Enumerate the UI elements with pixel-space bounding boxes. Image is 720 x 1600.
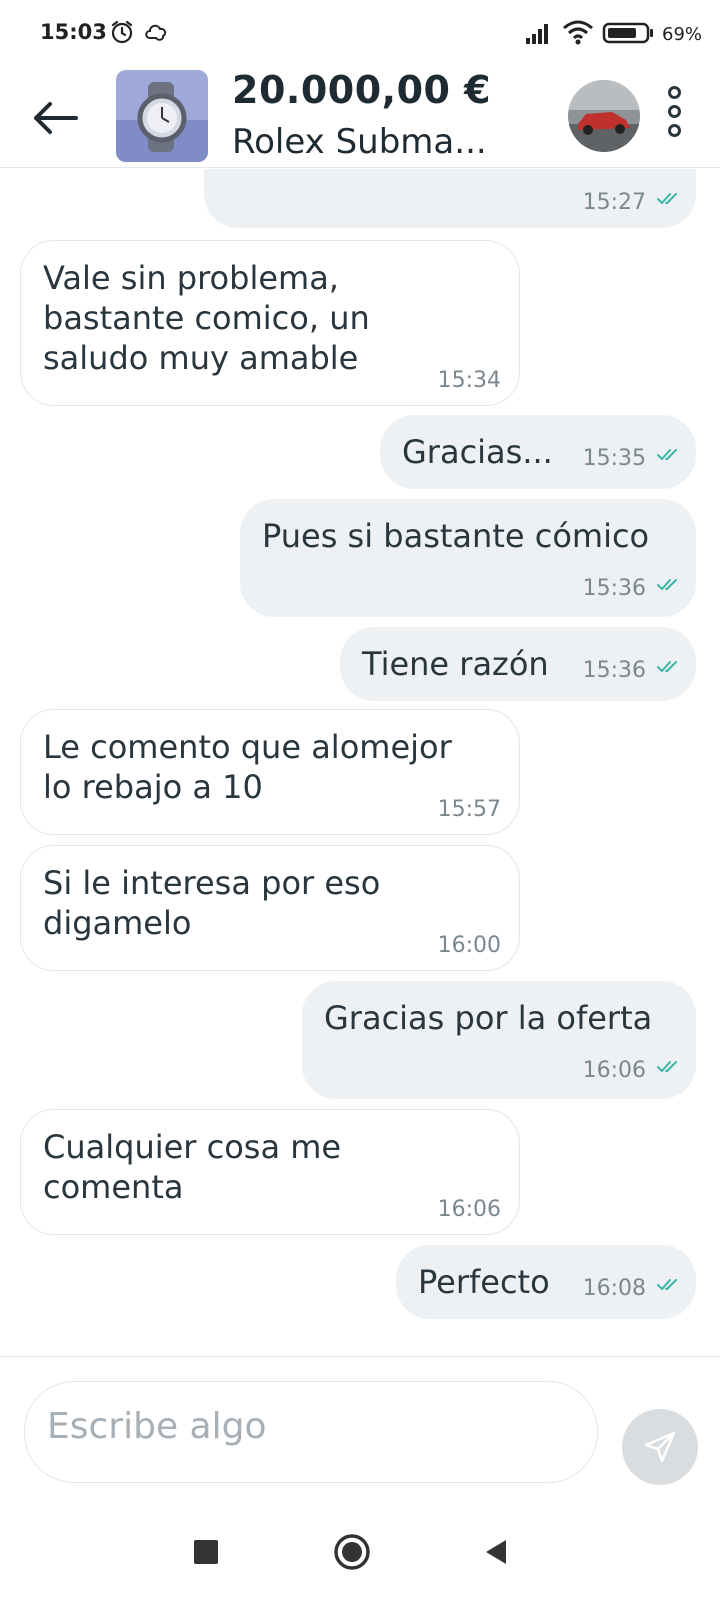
back-arrow-icon: [34, 102, 78, 134]
message-text: Cualquier cosa me comenta: [43, 1127, 341, 1207]
message-time: 16:00: [437, 933, 501, 958]
double-check-icon: [657, 193, 677, 204]
message-input-placeholder: Escribe algo: [47, 1406, 267, 1447]
send-icon: [644, 1431, 676, 1463]
back-button[interactable]: [28, 90, 84, 146]
product-price: 20.000,00 €: [232, 68, 492, 112]
seller-avatar[interactable]: [568, 80, 640, 152]
recents-button[interactable]: [186, 1532, 226, 1572]
message-text-line: Si le interesa por eso: [43, 864, 381, 902]
double-check-icon: [657, 1061, 677, 1072]
message-time: 16:08: [582, 1276, 646, 1301]
double-check-icon: [657, 449, 677, 460]
double-check-icon: [657, 661, 677, 672]
message-time: 16:06: [437, 1197, 501, 1222]
home-circle-icon: [334, 1534, 370, 1570]
message-bubble-outgoing[interactable]: Pues si bastante cómico 15:36: [240, 499, 696, 617]
wifi-icon: [563, 20, 593, 45]
message-bubble-incoming[interactable]: Si le interesa por eso digamelo 16:00: [20, 845, 520, 971]
message-text: Si le interesa por eso digamelo: [43, 863, 380, 943]
message-time: 15:36: [582, 658, 646, 683]
double-check-icon: [657, 579, 677, 590]
product-title: Rolex Subma...: [232, 122, 487, 162]
status-time: 15:03: [40, 20, 107, 44]
conversation-header: 20.000,00 € Rolex Subma...: [0, 68, 720, 168]
message-list[interactable]: 15:27 Vale sin problema, bastante comico…: [0, 169, 720, 1355]
message-text-line: Cualquier cosa me: [43, 1128, 342, 1166]
message-bubble-outgoing[interactable]: Gracias por la oferta 16:06: [302, 981, 696, 1099]
more-vertical-icon: [660, 86, 688, 137]
message-text: Tiene razón: [362, 645, 549, 683]
battery-percent: 69%: [662, 24, 703, 45]
message-time: 15:57: [437, 797, 501, 822]
message-bubble-outgoing[interactable]: Gracias... 15:35: [380, 415, 696, 489]
message-time: 15:35: [582, 446, 646, 471]
back-triangle-icon: [486, 1540, 506, 1564]
battery-icon: [602, 22, 653, 44]
message-text-line: Vale sin problema,: [43, 259, 339, 297]
message-bubble-incoming[interactable]: Le comento que alomejor lo rebajo a 10 1…: [20, 709, 520, 835]
watch-image: [116, 70, 208, 162]
message-input[interactable]: Escribe algo: [24, 1381, 598, 1483]
message-bubble-outgoing[interactable]: 15:27: [204, 169, 696, 228]
app-notification-icon: [145, 24, 167, 41]
status-bar: 15:03 69%: [0, 0, 720, 68]
signal-icon: [526, 24, 548, 44]
system-nav-bar: [0, 1504, 720, 1600]
nav-back-button[interactable]: [476, 1532, 516, 1572]
product-thumbnail[interactable]: [116, 70, 208, 162]
double-check-icon: [657, 1279, 677, 1290]
message-time: 15:36: [582, 576, 646, 601]
message-text: Le comento que alomejor lo rebajo a 10: [43, 727, 452, 807]
message-text-line: digamelo: [43, 904, 192, 942]
message-bubble-outgoing[interactable]: Perfecto 16:08: [396, 1245, 696, 1319]
message-text-line: comenta: [43, 1168, 184, 1206]
alarm-icon: [111, 20, 133, 44]
message-text-line: Le comento que alomejor: [43, 728, 452, 766]
message-bubble-outgoing[interactable]: Tiene razón 15:36: [340, 627, 696, 701]
recents-square-icon: [194, 1540, 218, 1564]
message-bubble-incoming[interactable]: Cualquier cosa me comenta 16:06: [20, 1109, 520, 1235]
message-text: Gracias...: [402, 433, 553, 471]
message-text: Vale sin problema, bastante comico, un s…: [43, 258, 370, 378]
message-text-line: lo rebajo a 10: [43, 768, 263, 806]
message-bubble-incoming[interactable]: Vale sin problema, bastante comico, un s…: [20, 240, 520, 406]
message-text-line: bastante comico, un: [43, 299, 370, 337]
message-composer: Escribe algo: [0, 1356, 720, 1485]
message-text: Perfecto: [418, 1263, 550, 1301]
message-text: Gracias por la oferta: [324, 999, 653, 1037]
home-button[interactable]: [332, 1532, 372, 1572]
message-time: 15:34: [437, 368, 501, 393]
car-image: [568, 80, 640, 152]
send-button[interactable]: [622, 1409, 698, 1485]
more-menu-button[interactable]: [660, 82, 688, 154]
message-time: 15:27: [582, 190, 646, 215]
message-time: 16:06: [582, 1058, 646, 1083]
message-text-line: saludo muy amable: [43, 339, 359, 377]
message-text: Pues si bastante cómico: [262, 517, 650, 555]
